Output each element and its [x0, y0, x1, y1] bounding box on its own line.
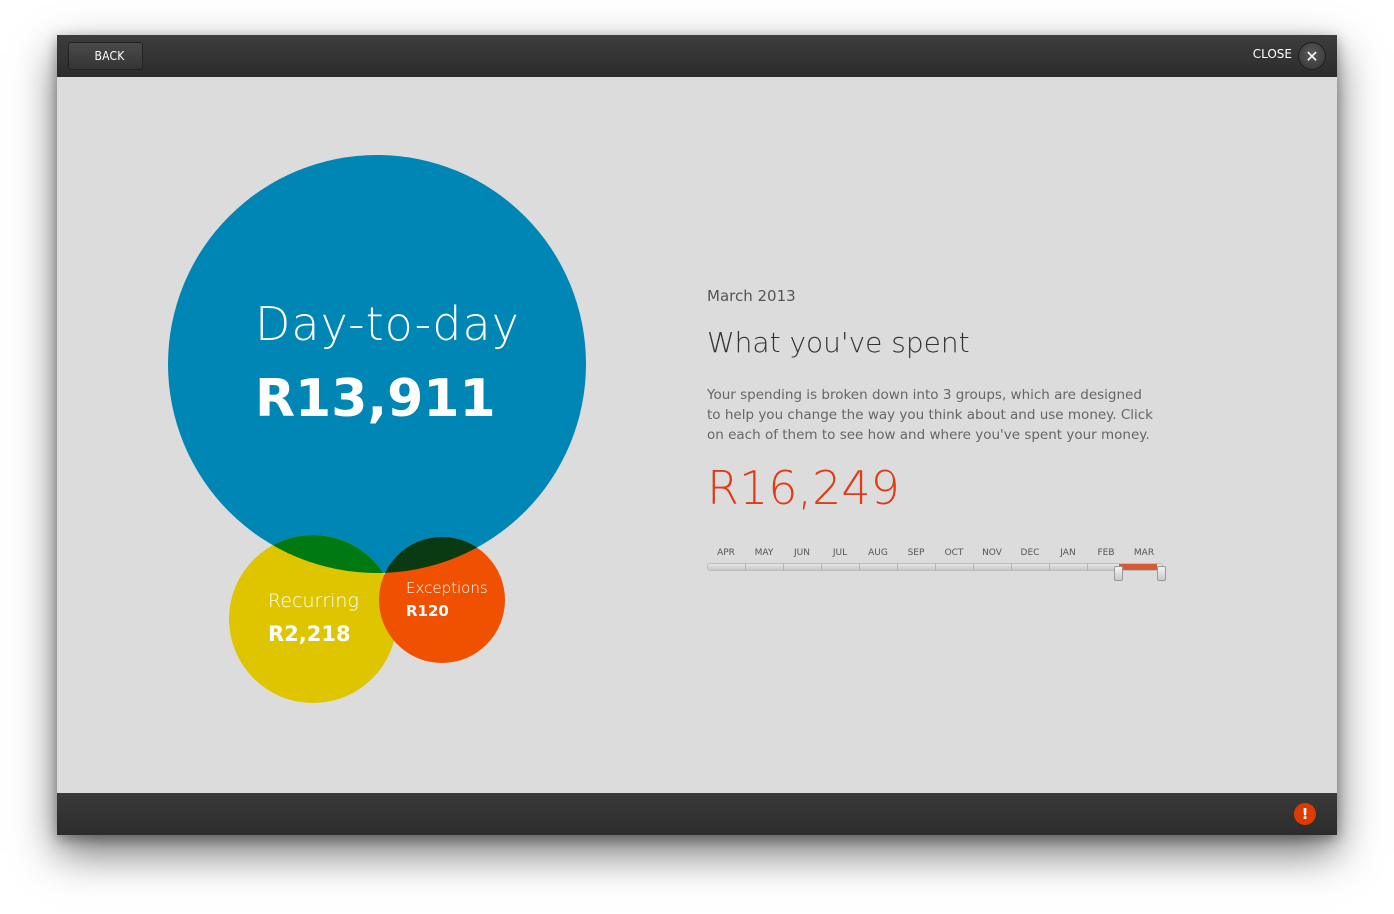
day-to-day-label: Day-to-day: [255, 297, 520, 351]
timeline-selection[interactable]: [1119, 564, 1157, 570]
month-labels: APR MAY JUN JUL AUG SEP OCT NOV DEC JAN FEB MAR: [707, 548, 1163, 558]
timeline-tick: [1049, 563, 1050, 571]
month-may[interactable]: MAY: [745, 548, 783, 558]
timeline-tick: [1087, 563, 1088, 571]
timeline-tick: [897, 563, 898, 571]
recurring-label: Recurring: [268, 590, 359, 612]
timeline-tick: [783, 563, 784, 571]
month-aug[interactable]: AUG: [859, 548, 897, 558]
month-nov[interactable]: NOV: [973, 548, 1011, 558]
top-bar: BACK CLOSE ✕: [57, 35, 1337, 77]
total-spent: R16,249: [707, 461, 900, 515]
month-feb[interactable]: FEB: [1087, 548, 1125, 558]
close-icon: ✕: [1305, 46, 1319, 66]
month-sep[interactable]: SEP: [897, 548, 935, 558]
timeline-right-handle[interactable]: [1157, 566, 1166, 581]
back-button[interactable]: BACK: [68, 42, 143, 70]
spending-bubbles: Day-to-day R13,911 Recurring R2,218 Exce…: [57, 77, 697, 793]
timeline-tick: [973, 563, 974, 571]
timeline-left-handle[interactable]: [1114, 566, 1123, 581]
page-title: What you've spent: [707, 326, 970, 359]
description-text: Your spending is broken down into 3 grou…: [707, 387, 1153, 443]
month-mar[interactable]: MAR: [1125, 548, 1163, 558]
day-to-day-value: R13,911: [255, 369, 496, 429]
recurring-value: R2,218: [268, 622, 351, 646]
bubbles-svg: [168, 155, 586, 703]
month-jun[interactable]: JUN: [783, 548, 821, 558]
alert-glyph: !: [1301, 805, 1309, 823]
day-to-day-bubble[interactable]: [168, 155, 586, 573]
period-label: March 2013: [707, 287, 796, 305]
timeline-tick: [859, 563, 860, 571]
month-apr[interactable]: APR: [707, 548, 745, 558]
month-jan[interactable]: JAN: [1049, 548, 1087, 558]
alert-icon[interactable]: !: [1294, 803, 1316, 825]
timeline-tick: [745, 563, 746, 571]
month-jul[interactable]: JUL: [821, 548, 859, 558]
close-label[interactable]: CLOSE: [1253, 47, 1292, 61]
bottom-bar: !: [57, 793, 1337, 835]
exceptions-label: Exceptions: [406, 579, 488, 597]
exceptions-value: R120: [406, 602, 449, 620]
close-button[interactable]: ✕: [1298, 42, 1326, 70]
month-timeline[interactable]: APR MAY JUN JUL AUG SEP OCT NOV DEC JAN FEB MAR: [707, 548, 1167, 588]
timeline-tick: [935, 563, 936, 571]
timeline-tick: [821, 563, 822, 571]
timeline-tick: [1011, 563, 1012, 571]
month-oct[interactable]: OCT: [935, 548, 973, 558]
spending-info: March 2013 What you've spent Your spendi…: [707, 77, 1207, 793]
app-window: BACK CLOSE ✕ Day-to-day R13,911 Recurrin…: [57, 35, 1337, 835]
back-button-label: BACK: [94, 49, 125, 63]
month-dec[interactable]: DEC: [1011, 548, 1049, 558]
